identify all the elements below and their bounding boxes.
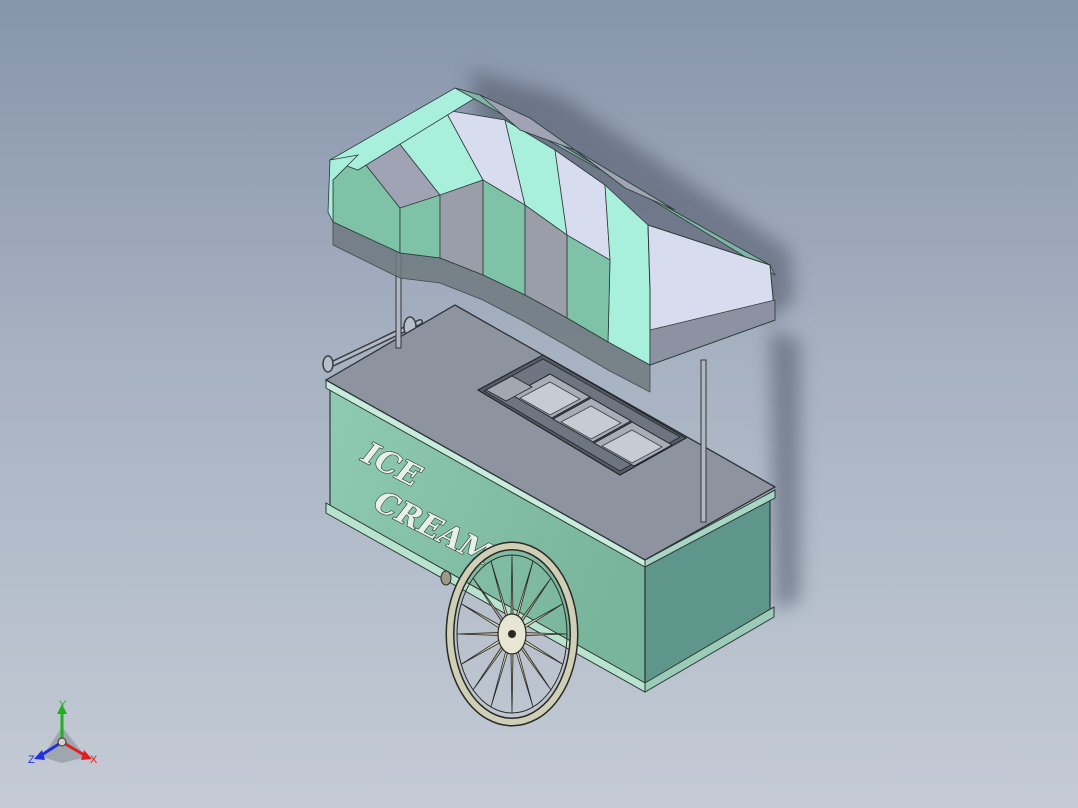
- spoked-wheel: [445, 541, 579, 727]
- wheel-spoke: [460, 638, 502, 665]
- wheel-spoke: [456, 632, 501, 636]
- coordinate-triad: Y X Z: [28, 699, 98, 766]
- wheel-spoke: [515, 648, 534, 708]
- z-axis-label: Z: [28, 754, 35, 766]
- cad-viewport[interactable]: ICE CREAM Y X Z: [0, 0, 1078, 808]
- canopy-pole-front: [700, 359, 707, 523]
- wheel-spoke: [510, 650, 514, 714]
- cart-model-scene[interactable]: ICE CREAM Y X Z: [0, 0, 1078, 808]
- rear-wheel: [440, 570, 452, 586]
- x-axis-label: X: [90, 754, 98, 766]
- wheel-spoke: [490, 648, 509, 708]
- wheel-spoke: [519, 644, 552, 691]
- wheel-spoke: [472, 644, 505, 691]
- y-axis-label: Y: [59, 699, 67, 711]
